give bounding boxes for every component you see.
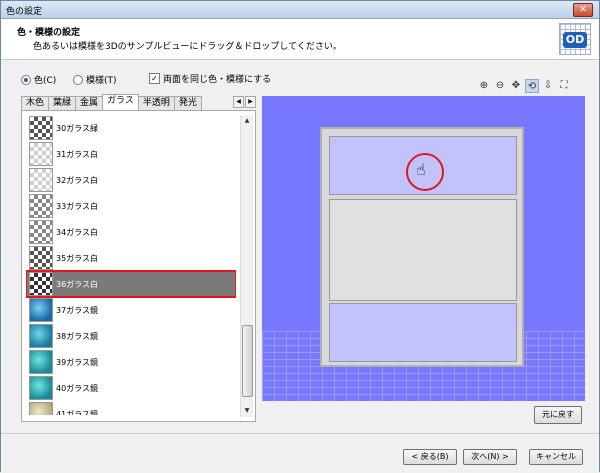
material-list: 30ガラス緑 31ガラス白 32ガラス白 33ガラス白 34ガラス白 35ガラス白 36ガラ…: [26, 115, 236, 415]
checkbox-box[interactable]: ✓: [149, 73, 160, 84]
radio-pattern-dot[interactable]: [73, 74, 83, 85]
material-swatch: [29, 272, 53, 296]
scroll-up-icon[interactable]: ▲: [241, 115, 253, 127]
material-swatch: [29, 220, 53, 244]
view-toolbar: ⊕ ⊖ ✥ ⟲ ⇩ ⛶: [477, 79, 571, 93]
back-button[interactable]: < 戻る(B): [403, 449, 457, 465]
material-label: 34ガラス白: [56, 227, 99, 237]
scrollbar-thumb[interactable]: [242, 325, 253, 397]
material-label: 39ガラス鏡: [56, 357, 99, 367]
material-tabs: 木色 葉緑 金属 ガラス 半透明 発光: [21, 94, 202, 110]
material-swatch: [29, 298, 53, 322]
material-item[interactable]: 41ガラス鏡: [26, 401, 236, 415]
material-item[interactable]: 31ガラス白: [26, 141, 236, 167]
zoom-in-icon[interactable]: ⊕: [477, 79, 491, 93]
radio-color-label: 色(C): [34, 76, 57, 86]
material-swatch: [29, 194, 53, 218]
radio-color[interactable]: 色(C): [21, 73, 56, 86]
material-swatch: [29, 168, 53, 192]
page-description: 色あるいは模様を3Dのサンプルビューにドラッグ＆ドロップしてください。: [33, 42, 342, 52]
material-label: 36ガラス白: [56, 279, 99, 289]
tab-translucent[interactable]: 半透明: [137, 96, 175, 110]
tab-scroll-right-icon[interactable]: ▶: [245, 96, 256, 108]
tab-emissive[interactable]: 発光: [173, 96, 202, 110]
tab-metal[interactable]: 金属: [75, 96, 104, 110]
radio-pattern-label: 模様(T): [86, 76, 117, 86]
material-swatch: [29, 142, 53, 166]
tab-leaf-green[interactable]: 葉緑: [48, 96, 77, 110]
material-swatch: [29, 402, 53, 415]
color-settings-dialog: 色の設定 ✕ 色・模様の設定 色あるいは模様を3Dのサンプルビューにドラッグ＆ド…: [0, 0, 600, 473]
radio-pattern[interactable]: 模様(T): [73, 73, 117, 86]
material-swatch: [29, 246, 53, 270]
material-item[interactable]: 39ガラス鏡: [26, 349, 236, 375]
glass-pane-bottom[interactable]: [329, 303, 517, 362]
next-button[interactable]: 次へ(N) >: [463, 449, 517, 465]
material-label: 30ガラス緑: [56, 123, 99, 133]
drag-hand-cursor-icon: ☝: [416, 160, 426, 179]
reset-button[interactable]: 元に戻す: [534, 406, 582, 424]
radio-color-dot[interactable]: [21, 74, 31, 85]
material-label: 32ガラス白: [56, 175, 99, 185]
material-swatch: [29, 116, 53, 140]
logo-text: OD: [563, 32, 587, 48]
material-item[interactable]: 40ガラス鏡: [26, 375, 236, 401]
od-logo-icon: OD: [559, 23, 591, 55]
material-item[interactable]: 36ガラス白: [26, 270, 236, 298]
material-label: 35ガラス白: [56, 253, 99, 263]
material-swatch: [29, 324, 53, 348]
close-button[interactable]: ✕: [573, 3, 593, 17]
page-title: 色・模様の設定: [17, 28, 81, 38]
material-label: 33ガラス白: [56, 201, 99, 211]
material-item[interactable]: 37ガラス鏡: [26, 297, 236, 323]
scroll-down-icon[interactable]: ▼: [241, 405, 253, 417]
zoom-out-icon[interactable]: ⊖: [493, 79, 507, 93]
material-label: 31ガラス白: [56, 149, 99, 159]
move-down-icon[interactable]: ⇩: [541, 79, 555, 93]
panel-middle[interactable]: [329, 199, 517, 301]
material-label: 40ガラス鏡: [56, 383, 99, 393]
rotate-icon[interactable]: ⟲: [525, 79, 539, 93]
material-label: 41ガラス鏡: [56, 409, 99, 416]
dialog-footer: < 戻る(B) 次へ(N) > キャンセル: [1, 433, 599, 473]
tab-wood[interactable]: 木色: [21, 96, 50, 110]
same-both-sides-checkbox[interactable]: ✓ 両面を同じ色・模様にする: [149, 72, 271, 85]
pan-icon[interactable]: ✥: [509, 79, 523, 93]
material-label: 37ガラス鏡: [56, 305, 99, 315]
fit-view-icon[interactable]: ⛶: [557, 79, 571, 93]
material-item[interactable]: 34ガラス白: [26, 219, 236, 245]
material-item[interactable]: 32ガラス白: [26, 167, 236, 193]
material-swatch: [29, 350, 53, 374]
material-list-panel: 30ガラス緑 31ガラス白 32ガラス白 33ガラス白 34ガラス白 35ガラス白 36ガラ…: [21, 110, 256, 422]
material-swatch: [29, 376, 53, 400]
dialog-header: 色・模様の設定 色あるいは模様を3Dのサンプルビューにドラッグ＆ドロップしてくだ…: [1, 19, 599, 60]
list-scrollbar[interactable]: ▲ ▼: [240, 115, 253, 417]
tab-glass[interactable]: ガラス: [102, 94, 139, 110]
material-label: 38ガラス鏡: [56, 331, 99, 341]
tab-scroll-arrows: ◀ ▶: [233, 96, 256, 108]
same-both-sides-label: 両面を同じ色・模様にする: [163, 75, 272, 85]
material-item[interactable]: 38ガラス鏡: [26, 323, 236, 349]
cancel-button[interactable]: キャンセル: [529, 449, 583, 465]
3d-sample-view[interactable]: ☝: [262, 96, 585, 401]
window-title: 色の設定: [6, 7, 43, 17]
material-item[interactable]: 35ガラス白: [26, 245, 236, 271]
tab-scroll-left-icon[interactable]: ◀: [233, 96, 244, 108]
material-item[interactable]: 33ガラス白: [26, 193, 236, 219]
title-bar: 色の設定 ✕: [1, 1, 599, 19]
material-item[interactable]: 30ガラス緑: [26, 115, 236, 141]
